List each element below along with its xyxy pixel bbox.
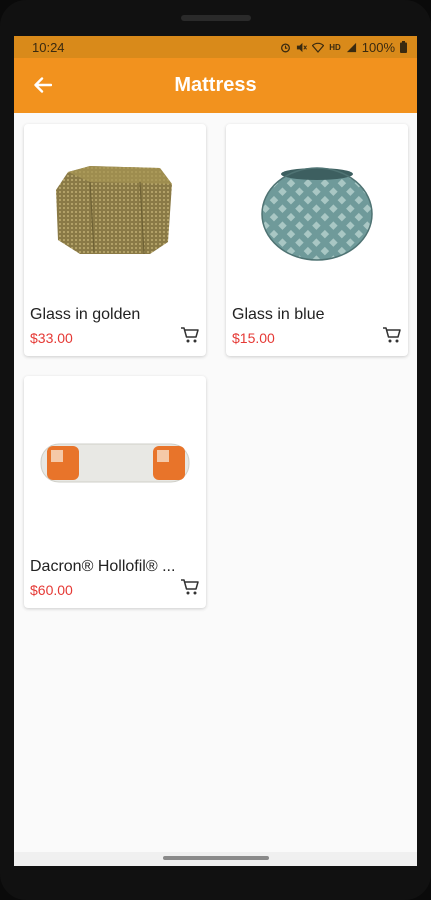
alarm-icon [281,42,291,52]
app-bar: Mattress [14,58,417,113]
product-price: $15.00 [232,330,275,346]
product-name: Glass in golden [30,306,141,323]
home-gesture-handle[interactable] [163,856,269,860]
product-name: Glass in blue [232,306,325,323]
product-card[interactable]: Glass in golden $33.00 [24,124,206,356]
gesture-nav-bar [14,852,417,866]
mute-icon [297,42,308,52]
wifi-icon [312,42,325,53]
battery-icon [400,41,407,53]
product-name: Dacron® Hollofil® ... [30,558,176,575]
product-price: $60.00 [30,582,73,598]
product-card[interactable]: Glass in blue $15.00 [226,124,408,356]
page-title: Mattress [174,74,257,96]
product-image [226,124,408,299]
hd-icon: HD [329,42,341,52]
add-to-cart-icon[interactable] [180,578,200,596]
arrow-left-icon [34,77,52,93]
earpiece-speaker [181,15,251,21]
status-bar: 10:24 HD 100% [14,36,417,58]
add-to-cart-icon[interactable] [382,326,402,344]
signal-icon [346,42,356,52]
battery-percent: 100% [361,39,395,55]
status-icons: HD 100% [280,40,407,55]
blue-glass-bowl-image [261,166,373,261]
phone-frame: 10:24 HD 100% Mattress Glass in golden $… [0,0,431,900]
product-price: $33.00 [30,330,73,346]
status-time: 10:24 [32,39,65,55]
product-card[interactable]: Dacron® Hollofil® ... $60.00 [24,376,206,608]
add-to-cart-icon[interactable] [180,326,200,344]
product-image [24,376,206,551]
back-button[interactable] [30,72,56,98]
golden-glass-vase-image [56,165,172,254]
bolster-pillow-image [40,443,190,482]
app-screen: 10:24 HD 100% Mattress Glass in golden $… [14,36,417,866]
product-image [24,124,206,299]
